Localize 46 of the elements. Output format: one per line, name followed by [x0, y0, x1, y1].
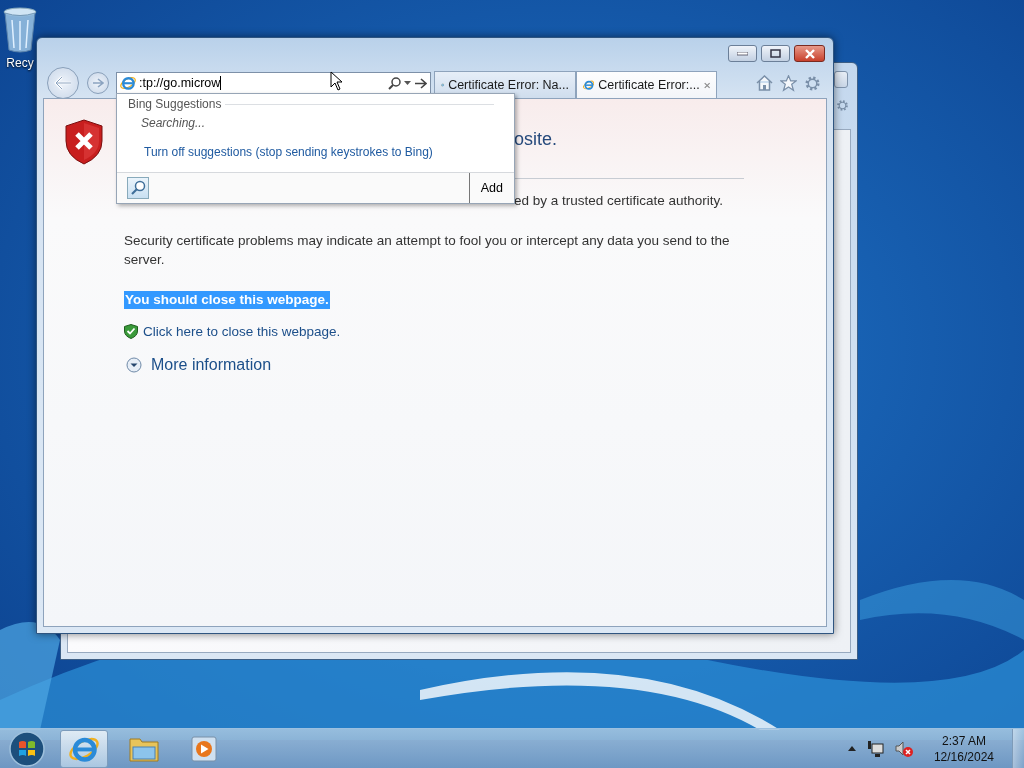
desktop-icon-label: Recy [6, 56, 34, 70]
status-text: Searching... [140, 115, 207, 130]
shield-check-icon [124, 324, 138, 339]
mouse-cursor-icon [330, 71, 344, 91]
browser-tab[interactable]: Certificate Error:... [576, 71, 717, 98]
media-player-icon [190, 734, 218, 763]
settings-icon[interactable] [804, 74, 821, 92]
clock-time[interactable]: 2:37 AM [941, 732, 986, 749]
add-button[interactable]: Add [468, 173, 514, 203]
home-icon[interactable] [756, 75, 773, 91]
show-desktop-button[interactable] [1012, 728, 1024, 768]
forward-button[interactable] [87, 72, 109, 94]
restore-icon [770, 49, 781, 58]
paragraph: ed by a trusted certificate authority. [514, 193, 724, 209]
expand-icon[interactable] [126, 357, 142, 373]
go-arrow-icon[interactable] [414, 77, 427, 89]
forward-arrow-icon [92, 78, 104, 88]
settings-icon[interactable] [836, 99, 849, 112]
close-page-link[interactable]: Click here to close this webpage. [143, 324, 341, 339]
close-icon [803, 48, 816, 59]
star-icon[interactable] [780, 74, 797, 92]
minimize-button[interactable] [728, 45, 757, 62]
close-button[interactable] [794, 45, 825, 62]
show-hidden-icons-icon[interactable] [847, 746, 856, 751]
back-arrow-icon [54, 76, 72, 90]
clock-date[interactable]: 12/16/2024 [933, 748, 994, 765]
warning-text: You should close this webpage. [124, 291, 330, 309]
close-icon[interactable] [703, 80, 710, 90]
search-button[interactable] [127, 177, 149, 199]
recycle-bin-icon[interactable] [2, 6, 38, 54]
close-button[interactable] [834, 71, 848, 88]
restore-button[interactable] [761, 45, 790, 62]
search-icon[interactable] [388, 76, 401, 90]
volume-muted-icon[interactable] [893, 739, 914, 758]
start-button[interactable] [8, 729, 46, 768]
shield-error-icon [65, 119, 103, 165]
paragraph: Security certificate problems may indicate an attempt to fool you or intercept any data you send to the server. [124, 232, 731, 269]
more-information-link[interactable]: More information [151, 356, 272, 374]
network-icon[interactable] [865, 739, 884, 758]
minimize-icon [737, 51, 748, 56]
turn-off-suggestions-link[interactable]: Turn off suggestions (stop sending keystrokes to Bing) [117, 130, 514, 159]
dropdown-icon[interactable] [404, 81, 411, 85]
back-button[interactable] [47, 67, 79, 99]
page-heading: osite. [514, 128, 558, 150]
section-header: Bing Suggestions [128, 97, 222, 111]
taskbar-button[interactable] [60, 729, 108, 768]
